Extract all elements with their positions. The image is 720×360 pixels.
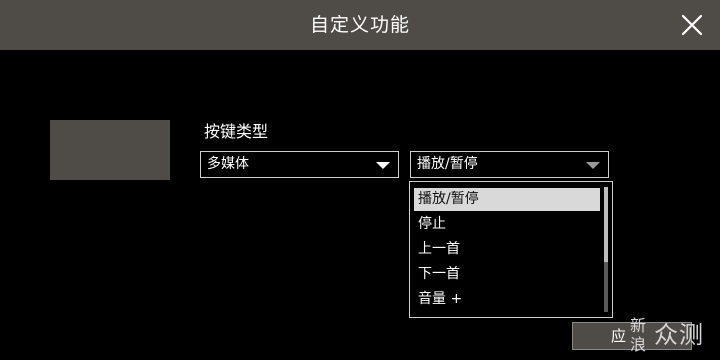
dialog-title: 自定义功能 [309, 14, 410, 36]
title-bar: 自定义功能 [0, 0, 720, 50]
function-dropdown-list: 播放/暂停 停止 上一首 下一首 音量 + [409, 181, 613, 318]
watermark-logo: 新浪 众测 [628, 312, 720, 358]
chevron-down-icon [376, 162, 390, 169]
function-select-value: 播放/暂停 [417, 156, 478, 172]
function-select[interactable]: 播放/暂停 [410, 151, 609, 178]
key-type-select[interactable]: 多媒体 [200, 151, 399, 178]
key-preview-box [50, 120, 170, 180]
dropdown-option-next-track[interactable]: 下一首 [414, 263, 600, 286]
dropdown-option-previous-track[interactable]: 上一首 [414, 238, 600, 261]
watermark-text-right: 众测 [654, 321, 704, 349]
key-type-label: 按键类型 [204, 122, 269, 141]
close-button[interactable] [680, 13, 704, 37]
watermark-text-left: 新浪 [630, 316, 647, 354]
chevron-down-icon [586, 162, 600, 169]
dropdown-scrollbar-thumb[interactable] [604, 187, 608, 262]
dropdown-option-volume-up[interactable]: 音量 + [414, 288, 600, 311]
custom-function-dialog: 自定义功能 按键类型 多媒体 播放/暂停 播放/暂停 停止 上一首 下一首 音量… [0, 0, 720, 360]
close-icon [681, 14, 703, 36]
key-type-select-value: 多媒体 [207, 156, 249, 172]
dropdown-option-stop[interactable]: 停止 [414, 213, 600, 236]
dropdown-option-play-pause[interactable]: 播放/暂停 [414, 188, 600, 211]
